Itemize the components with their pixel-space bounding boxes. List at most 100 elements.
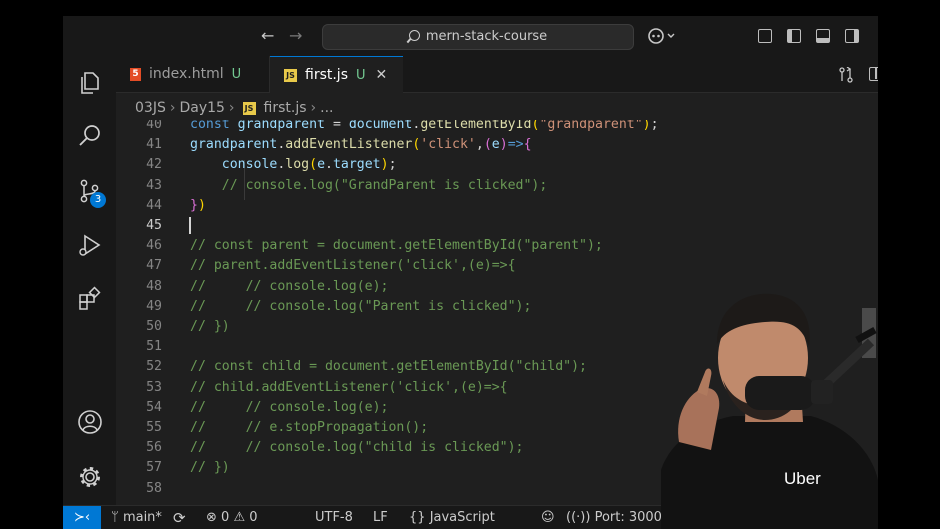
line-number: 57 xyxy=(146,460,162,476)
line-code: // }) xyxy=(190,319,230,334)
line-code: // parent.addEventListener('click',(e)=>… xyxy=(190,258,516,274)
run-debug-icon[interactable] xyxy=(77,232,103,258)
extensions-icon[interactable] xyxy=(77,286,103,312)
customize-layout-icon[interactable] xyxy=(758,29,772,43)
line-code: }) xyxy=(190,197,206,213)
command-center-search[interactable]: mern-stack-course xyxy=(322,24,634,50)
line-code: // // console.log("Parent is clicked"); xyxy=(190,298,532,314)
untracked-status: U xyxy=(231,67,242,82)
encoding-status[interactable]: UTF-8 xyxy=(315,506,353,529)
line-number: 46 xyxy=(146,238,162,254)
breadcrumb-file[interactable]: first.js xyxy=(264,100,307,116)
line-number: 48 xyxy=(146,278,162,294)
settings-gear-icon[interactable] xyxy=(77,464,103,490)
language-label: JavaScript xyxy=(429,510,495,525)
breadcrumb-folder[interactable]: 03JS xyxy=(135,100,166,116)
presenter-video: Uber xyxy=(661,293,878,529)
line-code: // // console.log("child is clicked"); xyxy=(190,440,524,456)
explorer-icon[interactable] xyxy=(77,70,103,96)
chevron-right-icon: › xyxy=(169,100,176,116)
line-number: 47 xyxy=(146,258,162,274)
copilot-icon[interactable] xyxy=(647,27,677,45)
line-number: 42 xyxy=(146,157,162,173)
tab-label: index.html xyxy=(149,66,224,82)
compare-changes-icon[interactable] xyxy=(838,67,854,83)
line-code: // const child = document.getElementById… xyxy=(190,359,587,375)
toggle-primary-sidebar-icon[interactable] xyxy=(787,29,801,43)
line-code: // // e.stopPropagation(); xyxy=(190,420,429,435)
line-number: 50 xyxy=(146,319,162,334)
editor-tabs: 5index.htmlU JSfirst.jsU✕ ⋯ xyxy=(116,56,878,93)
code-line[interactable]: 47 // parent.addEventListener('click',(e)… xyxy=(116,256,876,276)
line-code: // }) xyxy=(190,460,230,476)
close-icon[interactable]: ✕ xyxy=(376,67,388,83)
untracked-status: U xyxy=(356,68,366,83)
arrow-right-icon[interactable]: → xyxy=(289,26,302,46)
line-number: 41 xyxy=(146,137,162,153)
line-code: console.log(e.target); xyxy=(221,157,397,173)
tab-label: first.js xyxy=(305,67,348,83)
warning-icon: ⚠ xyxy=(233,510,250,525)
search-icon[interactable] xyxy=(77,123,103,149)
code-line[interactable]: 42 console.log(e.target); xyxy=(116,155,876,175)
branch-status[interactable]: ᛘ main* xyxy=(111,506,162,529)
language-status[interactable]: {} JavaScript xyxy=(409,506,495,529)
line-code: const grandparent = document.getElementB… xyxy=(190,120,659,132)
line-number: 53 xyxy=(146,379,162,395)
remote-icon[interactable]: ≻‹ xyxy=(63,506,101,529)
code-line[interactable]: 45 xyxy=(116,216,876,236)
broadcast-icon: ((·)) xyxy=(566,510,595,525)
problems-status[interactable]: ⊗ 0 ⚠ 0 xyxy=(206,506,258,529)
error-icon: ⊗ xyxy=(206,510,222,525)
search-label: mern-stack-course xyxy=(425,29,548,44)
chevron-right-icon: › xyxy=(310,100,317,116)
js-file-icon: JS xyxy=(242,101,256,115)
line-code: // // console.log(e); xyxy=(190,399,389,415)
line-code: // // console.log(e); xyxy=(190,278,389,294)
line-number: 56 xyxy=(146,440,162,456)
code-line[interactable]: 41 grandparent.addEventListener('click',(… xyxy=(116,135,876,155)
text-cursor xyxy=(189,217,191,234)
line-number: 43 xyxy=(146,177,162,193)
search-icon xyxy=(408,30,420,41)
code-line[interactable]: 46 // const parent = document.getElementB… xyxy=(116,236,876,256)
shirt-logo: Uber xyxy=(784,469,821,488)
toggle-secondary-sidebar-icon[interactable] xyxy=(845,29,859,43)
copilot-status-icon[interactable]: ☺ xyxy=(541,506,555,529)
line-number: 58 xyxy=(146,480,162,496)
code-line[interactable]: 40 const grandparent = document.getElemen… xyxy=(116,120,876,135)
account-icon[interactable] xyxy=(77,409,103,435)
toggle-panel-icon[interactable] xyxy=(816,29,830,43)
git-branch-icon: ᛘ xyxy=(111,510,123,525)
breadcrumb-folder[interactable]: Day15 xyxy=(179,100,224,116)
sync-icon[interactable]: ⟳ xyxy=(173,506,186,529)
split-editor-icon[interactable] xyxy=(869,67,878,81)
line-number: 51 xyxy=(146,339,162,355)
webcam-overlay: Uber xyxy=(661,280,878,529)
breadcrumb-symbols[interactable]: ... xyxy=(320,100,333,116)
line-code: // child.addEventListener('click',(e)=>{ xyxy=(190,379,508,395)
chevron-right-icon: › xyxy=(228,100,235,116)
js-file-icon: JS xyxy=(284,68,297,82)
line-number: 55 xyxy=(146,420,162,435)
port-label: Port: 3000 xyxy=(594,510,662,525)
tab-first-js[interactable]: JS first.js U ✕ xyxy=(270,56,403,93)
line-number: 52 xyxy=(146,359,162,375)
code-line[interactable]: 44}) xyxy=(116,196,876,216)
line-number: 44 xyxy=(146,197,162,213)
live-server-status[interactable]: ((·)) Port: 3000 xyxy=(566,506,662,529)
breadcrumb: 03JS › Day15 › JS first.js ›... xyxy=(116,93,878,123)
braces-icon: {} xyxy=(409,510,430,525)
branch-label: main* xyxy=(122,510,162,525)
line-code: // const parent = document.getElementByI… xyxy=(190,238,603,254)
line-number: 49 xyxy=(146,298,162,314)
line-number: 54 xyxy=(146,399,162,415)
source-control-badge: 3 xyxy=(90,192,106,208)
code-line[interactable]: 43 // console.log("GrandParent is clicke… xyxy=(116,176,876,196)
eol-status[interactable]: LF xyxy=(373,506,388,529)
warning-count: 0 xyxy=(249,510,258,525)
tab-index-html[interactable]: 5 index.html U xyxy=(116,56,270,92)
error-count: 0 xyxy=(221,510,230,525)
html-file-icon: 5 xyxy=(130,67,141,81)
arrow-left-icon[interactable]: ← xyxy=(261,26,274,46)
